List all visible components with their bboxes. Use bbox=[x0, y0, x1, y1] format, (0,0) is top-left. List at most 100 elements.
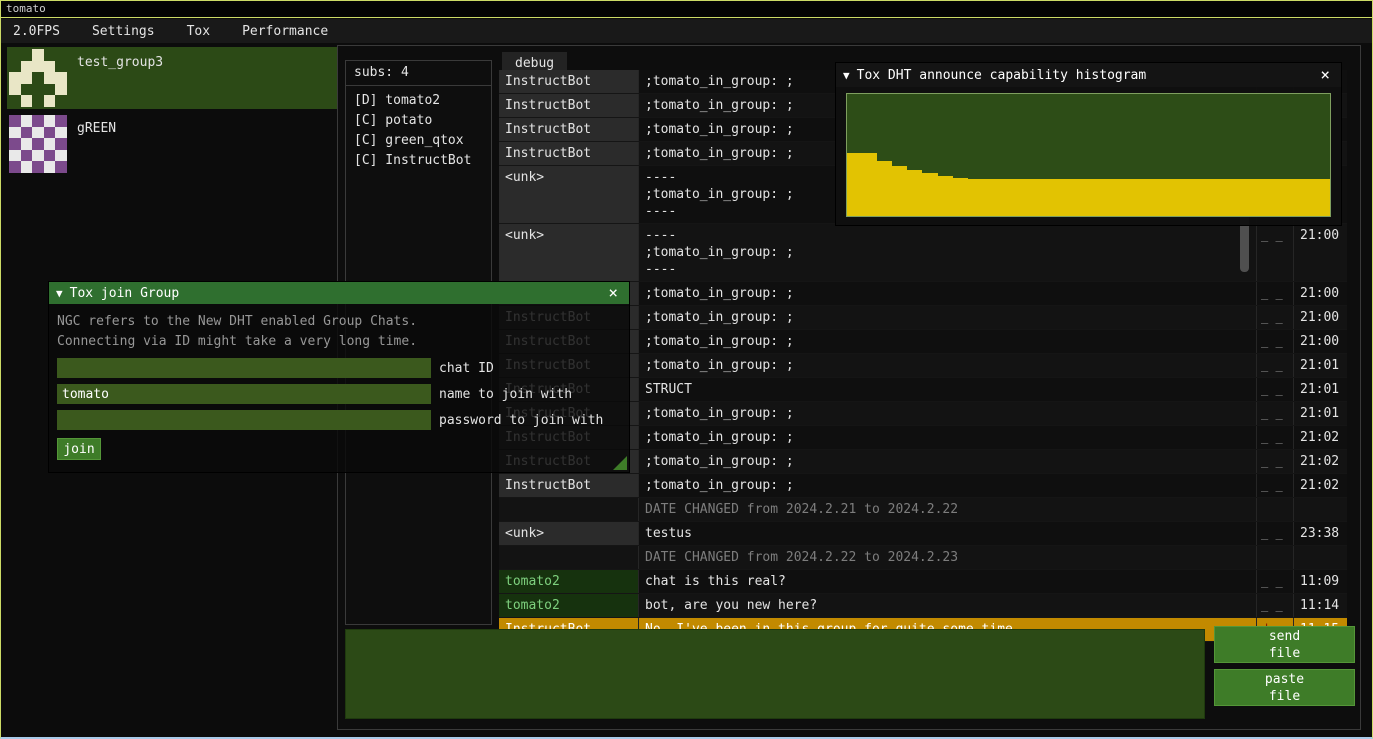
join-window-title: Tox join Group bbox=[70, 286, 180, 301]
histogram-bar bbox=[1164, 179, 1179, 216]
chat-message-row[interactable]: <unk>----;tomato_in_group: ;----_ _21:00 bbox=[499, 224, 1347, 282]
close-icon[interactable]: × bbox=[604, 285, 622, 301]
sender-name-cell: InstructBot bbox=[499, 94, 639, 117]
chat-message-row[interactable]: tomato2chat is this real?_ _11:09 bbox=[499, 570, 1347, 594]
subs-list-item[interactable]: [C] InstructBot bbox=[354, 151, 483, 171]
group-list-item[interactable]: test_group3 bbox=[7, 47, 337, 109]
join-button[interactable]: join bbox=[57, 438, 101, 460]
message-flags-cell: _ _ bbox=[1257, 354, 1294, 377]
menu-item-settings[interactable]: Settings bbox=[80, 19, 167, 43]
histogram-bar bbox=[938, 176, 953, 216]
paste-file-button-label: file bbox=[1269, 688, 1300, 705]
chat-message-row[interactable]: InstructBot;tomato_in_group: ;_ _21:02 bbox=[499, 474, 1347, 498]
avatar-cell bbox=[44, 115, 56, 127]
menu-item-2-0fps[interactable]: 2.0FPS bbox=[1, 19, 72, 43]
avatar-cell bbox=[44, 138, 56, 150]
avatar-cell bbox=[21, 115, 33, 127]
subs-list-item[interactable]: [C] green_qtox bbox=[354, 131, 483, 151]
message-cell: bot, are you new here? bbox=[639, 594, 1257, 617]
message-time-cell: 11:14 bbox=[1294, 594, 1347, 617]
avatar-cell bbox=[9, 72, 21, 84]
message-flags-cell bbox=[1257, 546, 1294, 569]
join-description-line: Connecting via ID might take a very long… bbox=[57, 332, 621, 352]
histogram-bar bbox=[1224, 179, 1239, 216]
avatar-cell bbox=[44, 72, 56, 84]
histogram-bar bbox=[1119, 179, 1134, 216]
histogram-bar bbox=[1089, 179, 1104, 216]
paste-file-button[interactable]: pastefile bbox=[1214, 669, 1355, 706]
menu-item-tox[interactable]: Tox bbox=[175, 19, 222, 43]
message-time-cell: 11:09 bbox=[1294, 570, 1347, 593]
avatar-cell bbox=[9, 49, 21, 61]
avatar-cell bbox=[9, 95, 21, 107]
close-icon[interactable]: × bbox=[1316, 67, 1334, 83]
message-flags-cell: _ _ bbox=[1257, 330, 1294, 353]
histogram-bar bbox=[1239, 179, 1254, 216]
password-to-join-with-input[interactable] bbox=[57, 410, 431, 430]
histogram-bar bbox=[1073, 179, 1088, 216]
join-field-label: chat ID bbox=[439, 361, 494, 376]
avatar-cell bbox=[44, 150, 56, 162]
avatar-cell bbox=[21, 49, 33, 61]
histogram-bar bbox=[907, 170, 922, 216]
subs-items: [D] tomato2[C] potato[C] green_qtox[C] I… bbox=[346, 86, 491, 176]
avatar-cell bbox=[21, 95, 33, 107]
date-divider-row[interactable]: DATE CHANGED from 2024.2.22 to 2024.2.23 bbox=[499, 546, 1347, 570]
avatar-cell bbox=[21, 127, 33, 139]
avatar-cell bbox=[9, 84, 21, 96]
collapse-arrow-icon[interactable]: ▼ bbox=[843, 69, 850, 82]
subs-list-item[interactable]: [C] potato bbox=[354, 111, 483, 131]
group-name: test_group3 bbox=[77, 55, 163, 70]
message-cell: testus bbox=[639, 522, 1257, 545]
sender-name-cell: tomato2 bbox=[499, 570, 639, 593]
avatar-cell bbox=[32, 115, 44, 127]
avatar-cell bbox=[55, 138, 67, 150]
subs-list-item[interactable]: [D] tomato2 bbox=[354, 91, 483, 111]
avatar-cell bbox=[55, 49, 67, 61]
sender-name-cell: <unk> bbox=[499, 224, 639, 281]
avatar-cell bbox=[55, 150, 67, 162]
message-flags-cell: _ _ bbox=[1257, 402, 1294, 425]
avatar-cell bbox=[55, 127, 67, 139]
avatar-cell bbox=[21, 72, 33, 84]
join-window-titlebar[interactable]: ▼ Tox join Group × bbox=[49, 282, 629, 304]
avatar-cell bbox=[32, 138, 44, 150]
histogram-bar bbox=[1179, 179, 1194, 216]
histogram-bar bbox=[862, 153, 877, 216]
avatar-cell bbox=[55, 161, 67, 173]
chat-id-input[interactable] bbox=[57, 358, 431, 378]
histogram-bar bbox=[1300, 179, 1315, 216]
histogram-bar bbox=[922, 173, 937, 216]
histogram-bar bbox=[983, 179, 998, 216]
message-line: ---- bbox=[645, 227, 1250, 244]
avatar-cell bbox=[9, 115, 21, 127]
collapse-arrow-icon[interactable]: ▼ bbox=[56, 287, 63, 300]
message-cell: ;tomato_in_group: ; bbox=[639, 474, 1257, 497]
send-file-button[interactable]: sendfile bbox=[1214, 626, 1355, 663]
message-cell: ----;tomato_in_group: ;---- bbox=[639, 224, 1257, 281]
message-input[interactable] bbox=[345, 629, 1205, 719]
date-divider-row[interactable]: DATE CHANGED from 2024.2.21 to 2024.2.22 bbox=[499, 498, 1347, 522]
window-titlebar[interactable]: tomato bbox=[1, 1, 1372, 18]
histogram-window-titlebar[interactable]: ▼ Tox DHT announce capability histogram … bbox=[836, 63, 1341, 87]
group-list-item[interactable]: gREEN bbox=[7, 113, 337, 175]
message-cell: ;tomato_in_group: ; bbox=[639, 450, 1257, 473]
message-flags-cell: _ _ bbox=[1257, 282, 1294, 305]
message-time-cell: 21:00 bbox=[1294, 224, 1347, 281]
histogram-bar bbox=[1194, 179, 1209, 216]
chat-message-row[interactable]: <unk>testus_ _23:38 bbox=[499, 522, 1347, 546]
message-cell: ;tomato_in_group: ; bbox=[639, 330, 1257, 353]
message-time-cell: 21:02 bbox=[1294, 426, 1347, 449]
message-time-cell: 21:00 bbox=[1294, 330, 1347, 353]
sender-name-cell: InstructBot bbox=[499, 70, 639, 93]
chat-message-row[interactable]: tomato2bot, are you new here?_ _11:14 bbox=[499, 594, 1347, 618]
message-flags-cell: _ _ bbox=[1257, 570, 1294, 593]
menu-item-performance[interactable]: Performance bbox=[230, 19, 340, 43]
resize-grip[interactable] bbox=[613, 456, 627, 470]
avatar-cell bbox=[32, 84, 44, 96]
avatar-cell bbox=[44, 161, 56, 173]
name-to-join-with-input[interactable]: tomato bbox=[57, 384, 431, 404]
message-time-cell: 21:01 bbox=[1294, 402, 1347, 425]
avatar-cell bbox=[9, 161, 21, 173]
avatar-cell bbox=[32, 49, 44, 61]
